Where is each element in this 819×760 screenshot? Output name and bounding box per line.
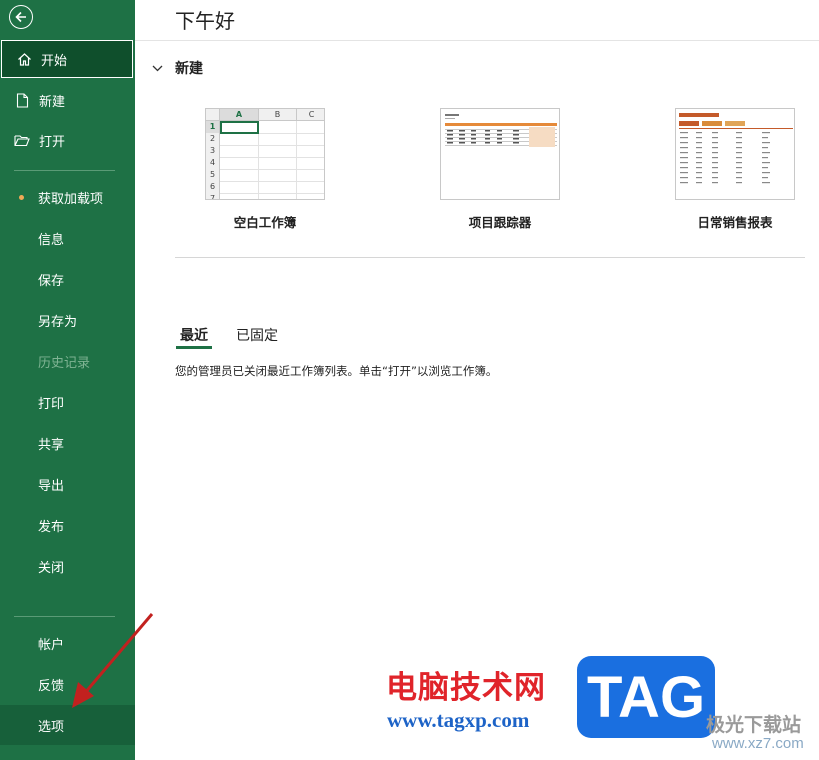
sidebar-item-label: 帐户 <box>38 637 65 653</box>
template-blank-workbook[interactable]: A B C 1 2 3 4 5 6 7 <box>205 108 325 200</box>
watermark-site-name: 电脑技术网 <box>386 670 546 706</box>
template-project-tracker[interactable] <box>440 108 560 200</box>
sidebar-item-label: 开始 <box>41 53 68 69</box>
sidebar-item-label: 反馈 <box>38 678 65 694</box>
recent-disabled-notice: 您的管理员已关闭最近工作簿列表。单击“打开”以浏览工作簿。 <box>175 364 498 378</box>
grid-line <box>296 121 297 199</box>
sidebar-item-label: 共享 <box>38 437 65 453</box>
sidebar-item-new[interactable]: 新建 <box>0 80 135 120</box>
watermark-tag-logo: TAG <box>577 656 715 738</box>
sidebar-item-label: 保存 <box>38 273 65 289</box>
sidebar-item-label: 获取加载项 <box>38 191 104 207</box>
row-header: 2 <box>206 133 220 145</box>
header-divider <box>135 40 819 41</box>
tab-pinned[interactable]: 已固定 <box>236 325 278 345</box>
sidebar-item-export[interactable]: 导出 <box>0 464 135 504</box>
notification-dot-icon <box>19 195 24 200</box>
sidebar-item-label: 打印 <box>38 396 65 412</box>
sidebar-item-label: 选项 <box>38 719 65 735</box>
row-header: 4 <box>206 157 220 169</box>
sidebar-item-label: 关闭 <box>38 560 65 576</box>
grid-corner <box>206 109 220 121</box>
sidebar-item-options[interactable]: 选项 <box>0 705 135 745</box>
sidebar-item-close[interactable]: 关闭 <box>0 546 135 586</box>
new-file-icon <box>14 92 30 108</box>
sidebar-item-save-as[interactable]: 另存为 <box>0 300 135 340</box>
template-daily-sales-report[interactable] <box>675 108 795 200</box>
sidebar-divider <box>14 616 115 617</box>
home-icon <box>16 51 32 67</box>
watermark-site-url: www.tagxp.com <box>387 708 530 732</box>
template-label: 日常销售报表 <box>697 215 773 230</box>
sidebar-item-label: 历史记录 <box>38 355 91 371</box>
sidebar-item-feedback[interactable]: 反馈 <box>0 664 135 704</box>
column-header: A <box>220 109 258 121</box>
backstage-sidebar: 开始 新建 打开 获取加载项 信息 保存 另存为 历史记录 打印 共享 导出 发… <box>0 0 135 760</box>
row-header: 3 <box>206 145 220 157</box>
sidebar-item-share[interactable]: 共享 <box>0 423 135 463</box>
chevron-down-icon <box>152 62 164 74</box>
project-tracker-thumbnail <box>445 114 557 147</box>
sidebar-item-publish[interactable]: 发布 <box>0 505 135 545</box>
sidebar-item-label: 打开 <box>39 134 66 150</box>
sidebar-item-account[interactable]: 帐户 <box>0 623 135 663</box>
new-section-toggle[interactable]: 新建 <box>152 58 203 78</box>
sidebar-item-home[interactable]: 开始 <box>1 40 133 78</box>
row-header: 6 <box>206 181 220 193</box>
grid-line <box>220 193 324 194</box>
sales-report-thumbnail <box>679 113 793 184</box>
open-folder-icon <box>14 132 30 148</box>
sidebar-item-label: 发布 <box>38 519 65 535</box>
section-title: 新建 <box>175 61 203 77</box>
sidebar-item-get-addins[interactable]: 获取加载项 <box>0 177 135 217</box>
tab-recent[interactable]: 最近 <box>180 325 208 345</box>
sidebar-item-info[interactable]: 信息 <box>0 218 135 258</box>
template-label: 空白工作簿 <box>233 215 297 230</box>
sidebar-item-label: 新建 <box>39 94 66 110</box>
template-label: 项目跟踪器 <box>468 215 532 230</box>
grid-line <box>220 181 324 182</box>
watermark-xz-name: 极光下载站 <box>706 714 802 736</box>
row-header: 7 <box>206 193 220 199</box>
column-header: B <box>258 109 296 121</box>
grid-line <box>220 169 324 170</box>
grid-line <box>220 157 324 158</box>
watermark-xz-url: www.xz7.com <box>712 735 804 752</box>
back-arrow-icon[interactable] <box>9 5 33 29</box>
page-title: 下午好 <box>175 9 235 33</box>
row-header: 1 <box>206 121 220 133</box>
section-divider <box>175 257 805 258</box>
sidebar-item-save[interactable]: 保存 <box>0 259 135 299</box>
sidebar-item-label: 信息 <box>38 232 65 248</box>
column-header: C <box>296 109 324 121</box>
active-tab-indicator <box>176 346 212 349</box>
grid-line <box>220 145 324 146</box>
sidebar-item-history: 历史记录 <box>0 341 135 381</box>
sidebar-item-label: 另存为 <box>38 314 78 330</box>
sidebar-item-open[interactable]: 打开 <box>0 120 135 160</box>
sidebar-item-print[interactable]: 打印 <box>0 382 135 422</box>
active-cell <box>220 121 259 134</box>
sidebar-item-label: 导出 <box>38 478 65 494</box>
sidebar-divider <box>14 170 115 171</box>
row-header: 5 <box>206 169 220 181</box>
